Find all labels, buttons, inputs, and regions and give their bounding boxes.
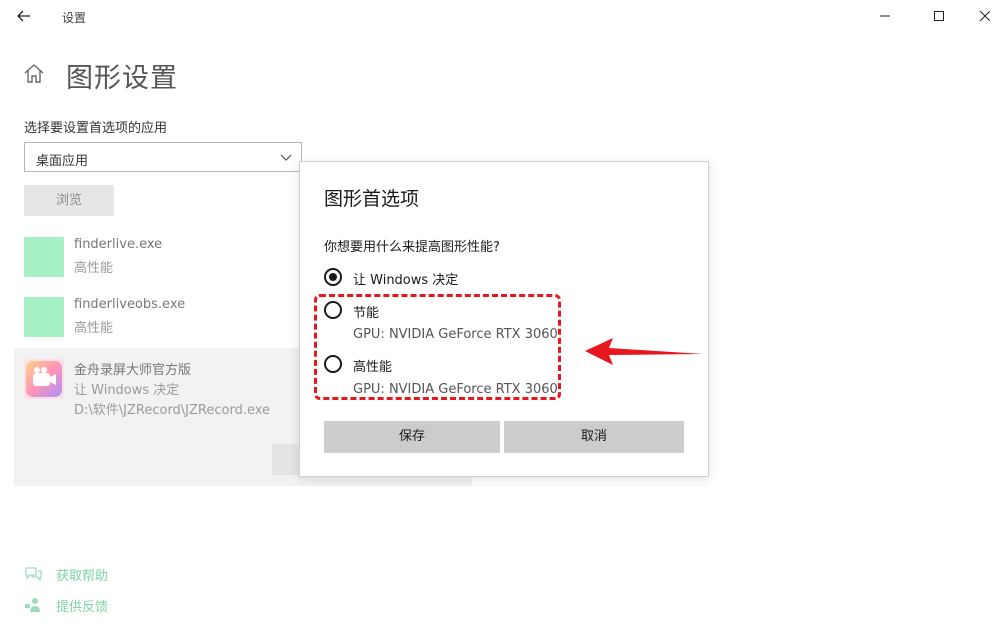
app-preference: 高性能 <box>74 321 114 336</box>
radio-let-windows-decide[interactable]: 让 Windows 决定 <box>324 267 624 289</box>
save-button[interactable]: 保存 <box>324 421 500 453</box>
dialog-question: 你想要用什么来提高图形性能? <box>324 240 500 255</box>
app-preference: 让 Windows 决定 <box>74 383 180 398</box>
app-type-select[interactable]: 桌面应用 <box>24 142 302 172</box>
radio-power-saving[interactable]: 节能 <box>324 300 624 322</box>
dialog-title: 图形首选项 <box>324 188 420 210</box>
maximize-button[interactable] <box>916 0 962 32</box>
home-icon[interactable] <box>22 62 46 86</box>
radio-checked-icon <box>324 268 342 286</box>
give-feedback-label: 提供反馈 <box>56 600 109 615</box>
get-help-label: 获取帮助 <box>56 569 109 584</box>
back-button[interactable] <box>8 2 40 30</box>
close-icon <box>980 11 990 21</box>
chevron-down-icon <box>280 154 292 161</box>
cancel-button[interactable]: 取消 <box>504 421 684 453</box>
back-arrow-icon <box>17 10 30 22</box>
gpu-info: GPU: NVIDIA GeForce RTX 3060 <box>353 382 558 397</box>
radio-label: 节能 <box>353 306 380 321</box>
graphics-preference-dialog: 图形首选项 你想要用什么来提高图形性能? 让 Windows 决定 节能 GPU… <box>299 161 709 477</box>
app-name: 金舟录屏大师官方版 <box>74 363 192 378</box>
radio-unchecked-icon <box>324 301 342 319</box>
radio-high-performance[interactable]: 高性能 <box>324 354 624 376</box>
camera-app-icon <box>24 359 64 399</box>
app-preference: 高性能 <box>74 261 114 276</box>
close-button[interactable] <box>962 0 1008 32</box>
window-title: 设置 <box>62 11 87 25</box>
radio-label: 让 Windows 决定 <box>353 273 459 288</box>
app-icon <box>24 237 64 277</box>
title-bar: 设置 <box>0 0 1008 32</box>
app-icon <box>24 297 64 337</box>
radio-unchecked-icon <box>324 355 342 373</box>
select-label: 选择要设置首选项的应用 <box>24 121 168 136</box>
minimize-icon <box>880 15 890 17</box>
gpu-info: GPU: NVIDIA GeForce RTX 3060 <box>353 327 558 342</box>
app-name: finderliveobs.exe <box>74 297 186 312</box>
app-type-value: 桌面应用 <box>36 154 89 169</box>
browse-button[interactable]: 浏览 <box>24 185 114 216</box>
feedback-icon <box>25 598 40 612</box>
maximize-icon <box>934 11 944 21</box>
app-path: D:\软件\JZRecord\JZRecord.exe <box>74 403 271 418</box>
help-chat-icon <box>25 567 42 582</box>
radio-label: 高性能 <box>353 360 393 375</box>
app-name: finderlive.exe <box>74 237 163 252</box>
minimize-button[interactable] <box>862 0 908 32</box>
page-title: 图形设置 <box>66 63 178 94</box>
